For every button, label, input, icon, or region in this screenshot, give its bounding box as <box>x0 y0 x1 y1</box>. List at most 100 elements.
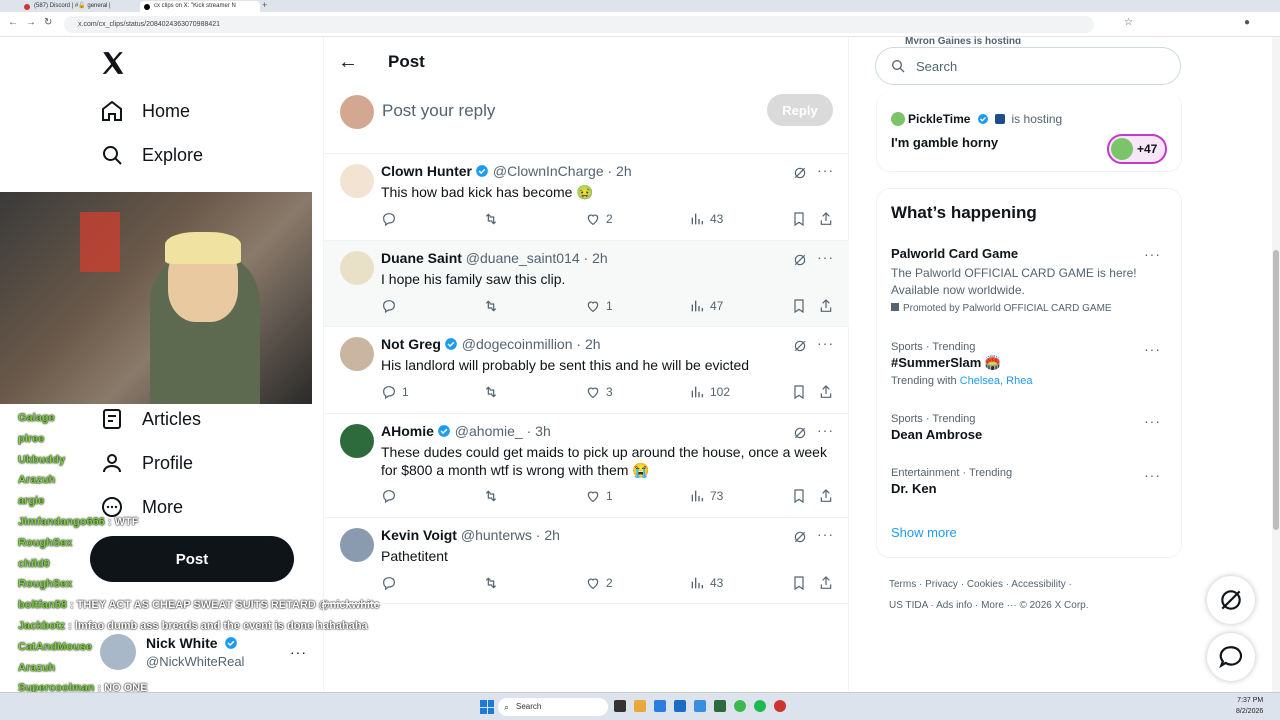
views-action[interactable]: 43 <box>689 209 723 229</box>
scrollbar-thumb[interactable] <box>1273 250 1279 530</box>
more-options-icon[interactable]: ··· <box>817 162 834 178</box>
grok-button[interactable] <box>1207 576 1255 624</box>
spotify-icon[interactable] <box>754 700 766 712</box>
app-icon[interactable] <box>614 700 626 712</box>
url-field[interactable]: x.com/cx_clips/status/208402436307098842… <box>64 16 1094 33</box>
like-action[interactable]: 3 <box>585 382 613 402</box>
tweet-author[interactable]: Duane Saint @duane_saint014 · 2h <box>381 250 608 266</box>
more-options-icon[interactable]: ··· <box>817 422 834 438</box>
grok-icon[interactable] <box>793 253 807 267</box>
views-action[interactable]: 43 <box>689 573 723 593</box>
tweet-avatar[interactable] <box>340 251 374 285</box>
nav-home[interactable]: Home <box>100 96 190 126</box>
trend-item-dr-ken[interactable]: Entertainment · Trending Dr. Ken ··· <box>891 467 1171 496</box>
footer-cookies[interactable]: Cookies <box>967 579 1003 590</box>
trend-more-icon[interactable]: ··· <box>1144 467 1161 483</box>
search-input[interactable]: Search <box>875 47 1181 85</box>
bookmark-action[interactable] <box>791 486 812 506</box>
retweet-action[interactable] <box>483 382 504 402</box>
back-icon[interactable]: ← <box>8 17 18 28</box>
browser-tab-x[interactable]: cx clips on X: "Kick streamer N <box>140 1 260 12</box>
trend-item-promoted[interactable]: Palworld Card Game The Palworld OFFICIAL… <box>891 246 1171 314</box>
reply-action[interactable] <box>381 296 402 316</box>
tweet-time[interactable]: · 2h <box>584 250 608 266</box>
reply-action[interactable] <box>381 209 402 229</box>
more-options-icon[interactable]: ··· <box>817 526 834 542</box>
chrome-icon[interactable] <box>734 700 746 712</box>
bookmark-action[interactable] <box>791 296 812 316</box>
reload-icon[interactable]: ↻ <box>44 17 52 28</box>
back-arrow-icon[interactable]: ← <box>338 51 358 74</box>
tweet-author[interactable]: Not Greg @dogecoinmillion · 2h <box>381 336 601 352</box>
reply-tweet[interactable]: Duane Saint @duane_saint014 · 2h ··· I hop… <box>324 241 849 327</box>
reply-button[interactable]: Reply <box>767 94 833 126</box>
tweet-time[interactable]: · 2h <box>536 527 560 543</box>
tweet-avatar[interactable] <box>340 424 374 458</box>
reply-tweet[interactable]: Clown Hunter @ClownInCharge · 2h ··· This … <box>324 154 849 241</box>
bookmark-action[interactable] <box>791 573 812 593</box>
browser-tab-discord[interactable]: (587) Discord | #🔓 general | <box>20 1 120 12</box>
trend-item-summerslam[interactable]: Sports · Trending #SummerSlam 🏟️ Trendin… <box>891 341 1171 387</box>
app-icon[interactable] <box>694 700 706 712</box>
grok-icon[interactable] <box>793 426 807 440</box>
taskbar-search[interactable]: ⌕ Search <box>498 698 608 716</box>
trend-item-dean-ambrose[interactable]: Sports · Trending Dean Ambrose ··· <box>891 413 1171 442</box>
retweet-action[interactable] <box>483 573 504 593</box>
tweet-time[interactable]: · 3h <box>527 423 551 439</box>
app-icon[interactable] <box>674 700 686 712</box>
footer-privacy[interactable]: Privacy <box>925 579 958 590</box>
reply-action[interactable] <box>381 573 402 593</box>
messages-button[interactable] <box>1207 633 1255 681</box>
like-action[interactable]: 2 <box>585 209 613 229</box>
views-action[interactable]: 73 <box>689 486 723 506</box>
like-action[interactable]: 1 <box>585 486 613 506</box>
reply-action[interactable]: 1 <box>381 382 409 402</box>
bookmark-star-icon[interactable]: ☆ <box>1124 17 1133 28</box>
like-action[interactable]: 1 <box>585 296 613 316</box>
views-action[interactable]: 47 <box>689 296 723 316</box>
reply-action[interactable] <box>381 486 402 506</box>
reply-input[interactable]: Post your reply <box>382 101 495 121</box>
share-action[interactable] <box>818 209 839 229</box>
share-action[interactable] <box>818 486 839 506</box>
trending-with-links[interactable]: Chelsea, Rhea <box>960 375 1033 387</box>
x-logo[interactable] <box>100 50 126 81</box>
profile-icon[interactable]: ● <box>1244 17 1250 28</box>
share-action[interactable] <box>818 296 839 316</box>
views-action[interactable]: 102 <box>689 382 730 402</box>
retweet-action[interactable] <box>483 296 504 316</box>
share-action[interactable] <box>818 573 839 593</box>
footer-more[interactable]: More ··· <box>981 600 1017 611</box>
tweet-time[interactable]: · 2h <box>608 163 632 179</box>
app-icon[interactable] <box>774 700 786 712</box>
app-icon[interactable] <box>714 700 726 712</box>
share-action[interactable] <box>818 382 839 402</box>
app-icon[interactable] <box>654 700 666 712</box>
reply-tweet[interactable]: Kevin Voigt @hunterws · 2h ··· Pathetitent… <box>324 518 849 604</box>
trend-more-icon[interactable]: ··· <box>1144 341 1161 357</box>
start-icon[interactable] <box>480 700 494 714</box>
tweet-author[interactable]: AHomie @ahomie_ · 3h <box>381 423 551 439</box>
clock[interactable]: 7:37 PM 8/2/2026 <box>1236 695 1263 717</box>
grok-icon[interactable] <box>793 530 807 544</box>
trend-more-icon[interactable]: ··· <box>1144 246 1161 262</box>
footer-us-tida[interactable]: US TIDA <box>889 600 928 611</box>
bookmark-action[interactable] <box>791 382 812 402</box>
tweet-time[interactable]: · 2h <box>576 336 600 352</box>
live-space-card[interactable]: PickleTime is hosting I'm gamble horny +… <box>876 92 1182 172</box>
footer-ads-info[interactable]: Ads info <box>936 600 972 611</box>
grok-icon[interactable] <box>793 166 807 180</box>
bookmark-action[interactable] <box>791 209 812 229</box>
more-options-icon[interactable]: ··· <box>817 335 834 351</box>
app-icon[interactable] <box>634 700 646 712</box>
like-action[interactable]: 2 <box>585 573 613 593</box>
tweet-avatar[interactable] <box>340 337 374 371</box>
nav-explore[interactable]: Explore <box>100 140 203 170</box>
tweet-author[interactable]: Clown Hunter @ClownInCharge · 2h <box>381 163 632 179</box>
grok-icon[interactable] <box>793 339 807 353</box>
new-tab-icon[interactable]: + <box>262 0 267 10</box>
show-more-link[interactable]: Show more <box>891 525 957 540</box>
more-options-icon[interactable]: ··· <box>817 249 834 265</box>
tweet-avatar[interactable] <box>340 528 374 562</box>
forward-icon[interactable]: → <box>26 17 36 28</box>
